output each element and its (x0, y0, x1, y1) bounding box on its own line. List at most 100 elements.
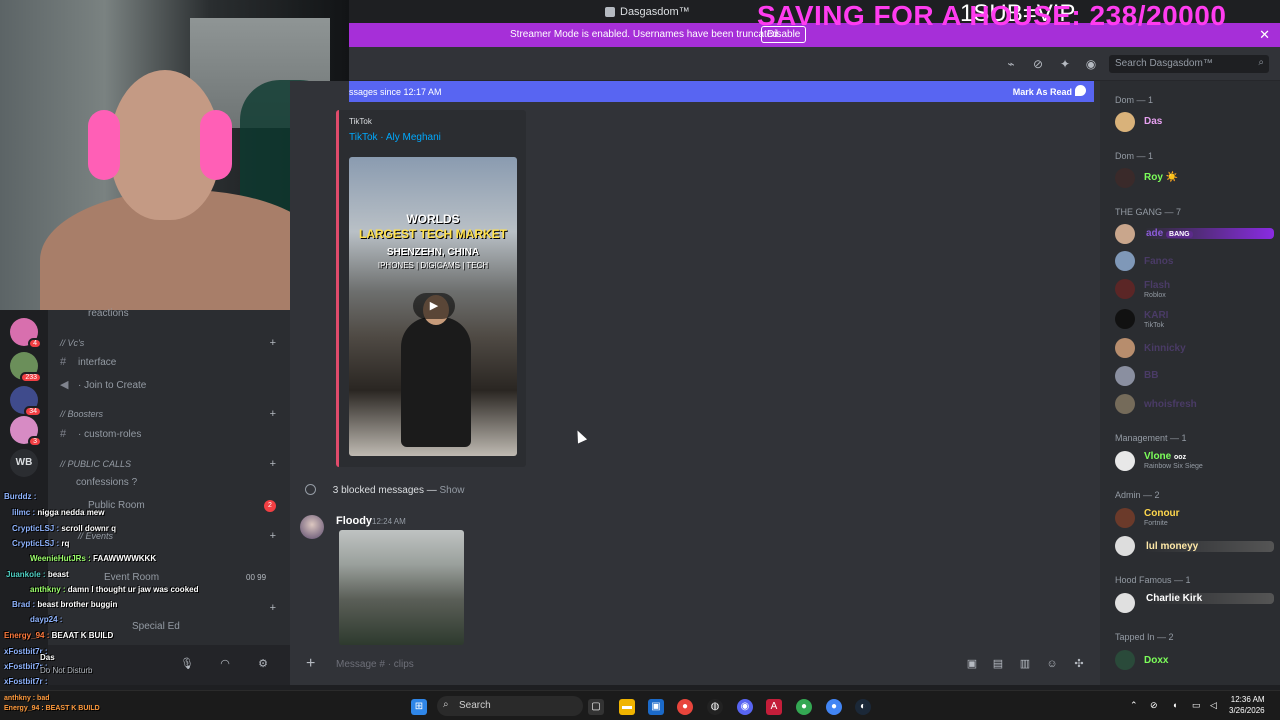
member-name[interactable]: Flash (1144, 280, 1170, 291)
message-composer[interactable]: + Message # · clips ▣ ▤ ▥ ☺ ✣ (290, 645, 1100, 685)
member-name[interactable]: Vlone ooz (1144, 451, 1186, 462)
server-icon[interactable]: 34 (10, 386, 42, 417)
volume-icon[interactable]: ◁ (1210, 700, 1217, 711)
add-channel-icon[interactable]: + (270, 458, 276, 470)
gift-icon[interactable]: ▣ (965, 657, 979, 671)
microphone-icon[interactable]: ◖ (1172, 700, 1177, 710)
channel-confessions[interactable]: confessions ? (76, 477, 137, 488)
network-off-icon[interactable]: ⊘ (1150, 700, 1158, 711)
avatar[interactable] (1115, 650, 1135, 670)
discord-icon[interactable]: ◉ (737, 699, 753, 715)
channel-header: ⌁ ⊘ ✦ ◉ Search Dasgasdom™ ⌕ (349, 47, 1280, 81)
member-activity: Roblox (1144, 292, 1166, 299)
avatar[interactable] (1115, 279, 1135, 299)
threads-icon[interactable]: ⌁ (1004, 57, 1018, 71)
avatar[interactable] (1115, 366, 1135, 386)
taskbar-clock[interactable]: 12:36 AM 3/26/2026 (1229, 694, 1265, 716)
mark-read-icon (1075, 85, 1086, 96)
member-group-header: Hood Famous — 1 (1115, 575, 1191, 585)
message-image[interactable] (339, 530, 464, 645)
member-name[interactable]: Das (1144, 116, 1162, 127)
message-timestamp: 12:24 AM (372, 517, 406, 526)
task-view-icon[interactable]: ▢ (588, 699, 604, 715)
avatar[interactable] (1115, 338, 1135, 358)
channel-interface[interactable]: # interface (60, 356, 116, 368)
channel-join-to-create[interactable]: ◀ · Join to Create (60, 378, 146, 391)
member-name[interactable]: Fanos (1144, 256, 1173, 267)
avatar[interactable] (1115, 508, 1135, 528)
mute-icon[interactable]: ⊘ (1031, 57, 1045, 71)
category-boosters[interactable]: // Boosters (60, 409, 103, 419)
avatar[interactable] (1115, 593, 1135, 613)
app-a-icon[interactable]: A (766, 699, 782, 715)
add-attachment-icon[interactable]: + (306, 655, 315, 673)
thumb-caption-2: LARGEST TECH MARKET (359, 227, 507, 241)
server-wb[interactable]: WB (10, 449, 38, 477)
taskbar-chat-ticker: anthkny : bad Energy_94 : BEAST K BUILD (4, 695, 100, 712)
mark-as-read-button[interactable]: Mark As Read (1013, 87, 1072, 97)
avatar[interactable] (1115, 168, 1135, 188)
pin-icon[interactable]: ✦ (1058, 57, 1072, 71)
search-input[interactable]: Search Dasgasdom™ ⌕ (1109, 55, 1269, 73)
user-name[interactable]: Das (40, 653, 55, 662)
channel-reactions[interactable]: reactions (88, 308, 129, 319)
embed-video-thumbnail[interactable]: WORLDS LARGEST TECH MARKET SHENZEHN, CHI… (349, 157, 517, 456)
chrome-icon-3[interactable]: ● (826, 699, 842, 715)
member-name[interactable]: Doxx (1144, 655, 1168, 666)
channel-custom-roles[interactable]: # · custom-roles (60, 428, 141, 440)
server-icon[interactable]: 4 (10, 318, 42, 349)
avatar[interactable] (1115, 309, 1135, 329)
sticker-icon[interactable]: ▥ (1018, 657, 1032, 671)
gif-icon[interactable]: ▤ (991, 657, 1005, 671)
member-group-header: Admin — 2 (1115, 490, 1160, 500)
overlay-goal-text: SAVING FOR A HOUSE: 238/20000 (757, 0, 1227, 31)
member-name[interactable]: ade BANG (1144, 228, 1274, 239)
member-list-icon[interactable]: ◉ (1084, 57, 1098, 71)
member-name[interactable]: whoisfresh (1144, 399, 1197, 410)
avatar[interactable] (1115, 536, 1135, 556)
search-icon: ⌕ (1258, 57, 1264, 68)
play-icon[interactable]: ▶ (413, 293, 455, 319)
windows-start-icon[interactable]: ⊞ (411, 699, 427, 715)
hash-icon: # (60, 428, 67, 440)
blocked-icon (305, 484, 316, 495)
message-author[interactable]: Floody (336, 515, 372, 527)
embed-author-link[interactable]: TikTok · Aly Meghani (349, 132, 441, 143)
chevron-up-icon[interactable]: ⌃ (1130, 700, 1138, 711)
obs-icon[interactable]: ◍ (707, 699, 723, 715)
avatar[interactable] (1115, 112, 1135, 132)
avatar[interactable] (1115, 451, 1135, 471)
member-name[interactable]: lul moneyy (1144, 541, 1274, 552)
avatar[interactable] (300, 515, 324, 539)
add-channel-icon[interactable]: + (270, 337, 276, 349)
member-name[interactable]: KARI (1144, 310, 1168, 321)
thumb-person (401, 317, 471, 447)
member-name[interactable]: Kinnicky (1144, 343, 1186, 354)
message-input[interactable]: Message # · clips (336, 659, 414, 670)
category-public-calls[interactable]: // PUBLIC CALLS (60, 459, 131, 469)
category-vcs[interactable]: // Vc's (60, 338, 84, 348)
avatar[interactable] (1115, 251, 1135, 271)
avatar[interactable] (1115, 224, 1135, 244)
add-channel-icon[interactable]: + (270, 408, 276, 420)
avatar[interactable] (1115, 394, 1135, 414)
steam-icon[interactable]: ◐ (855, 699, 871, 715)
emoji-icon[interactable]: ☺ (1045, 657, 1059, 671)
chrome-icon[interactable]: ● (677, 699, 693, 715)
network-icon[interactable]: ▭ (1192, 700, 1201, 711)
show-blocked-link[interactable]: Show (440, 485, 465, 496)
member-group-header: Dom — 1 (1115, 151, 1154, 161)
window-title: Dasgasdom™ (605, 6, 690, 18)
server-icon[interactable]: 233 (10, 352, 42, 383)
new-messages-bar[interactable]: ssages since 12:17 AM Mark As Read (349, 81, 1094, 102)
member-name[interactable]: Roy ☀️ (1144, 172, 1178, 183)
file-explorer-icon[interactable]: ▬ (619, 699, 635, 715)
member-name[interactable]: Charlie Kirk (1144, 593, 1274, 604)
store-icon[interactable]: ▣ (648, 699, 664, 715)
member-name[interactable]: BB (1144, 370, 1158, 381)
server-icon[interactable]: 3 (10, 416, 42, 447)
apps-icon[interactable]: ✣ (1072, 657, 1086, 671)
taskbar-search[interactable]: ⌕ Search (437, 696, 583, 716)
chrome-icon-2[interactable]: ● (796, 699, 812, 715)
member-name[interactable]: Conour (1144, 508, 1180, 519)
